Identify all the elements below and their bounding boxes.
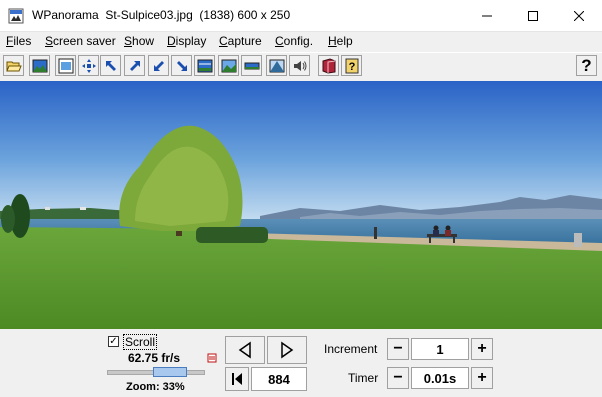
folder-open-icon <box>5 61 22 71</box>
menu-config-label: onfig. <box>283 34 314 48</box>
maximize-button[interactable] <box>510 0 556 31</box>
app-icon <box>8 8 24 24</box>
move-arrows-icon <box>81 58 96 73</box>
zoom-readout: Zoom: 33% <box>126 381 185 393</box>
menu-files[interactable]: Files <box>6 34 31 48</box>
arrow-downleft-button[interactable] <box>148 55 169 76</box>
panorama-image[interactable] <box>0 81 602 329</box>
arrow-upleft-button[interactable] <box>100 55 121 76</box>
landscape-button[interactable] <box>218 55 239 76</box>
position-value: 884 <box>268 371 290 387</box>
scroll-right-button[interactable] <box>267 336 307 364</box>
landscape-icon <box>221 59 236 72</box>
triangle-right-icon <box>281 341 294 359</box>
maximize-icon <box>528 10 538 21</box>
timer-value: 0.01s <box>423 370 457 386</box>
help-book-icon: ? <box>345 58 358 73</box>
speaker-icon <box>293 60 306 71</box>
increment-label: Increment <box>324 342 378 356</box>
menu-display[interactable]: Display <box>167 34 206 48</box>
arrow-upright-icon <box>129 60 140 71</box>
arrow-downright-button[interactable] <box>171 55 192 76</box>
scroll-label[interactable]: Scroll <box>123 334 158 350</box>
title-bar: WPanorama St-Sulpice03.jpg (1838) 600 x … <box>0 0 602 32</box>
record-icon[interactable] <box>207 353 217 363</box>
menu-screen-saver[interactable]: Screen saver <box>45 34 116 48</box>
menu-config[interactable]: Config. <box>275 34 313 48</box>
mountain-button[interactable] <box>266 55 287 76</box>
skip-start-icon <box>232 373 242 385</box>
help-question-label: ? <box>581 55 592 75</box>
timer-minus-button[interactable]: − <box>387 367 409 389</box>
go-start-button[interactable] <box>225 367 249 391</box>
arrow-upleft-icon <box>105 60 116 71</box>
close-button[interactable] <box>556 0 602 31</box>
fit-window-button[interactable] <box>55 55 76 76</box>
menu-bar: Files Screen saver Show Display Capture … <box>0 32 602 51</box>
strip-icon <box>244 62 259 69</box>
toolbar: ? ? <box>0 52 602 82</box>
arrow-upright-button[interactable] <box>124 55 145 76</box>
fit-window-icon <box>58 58 73 73</box>
menu-config-accel: C <box>275 34 284 48</box>
close-icon <box>574 10 584 21</box>
arrow-downleft-icon <box>153 60 164 71</box>
menu-capture-label: apture <box>227 34 262 48</box>
scroll-left-button[interactable] <box>225 336 265 364</box>
minimize-button[interactable] <box>464 0 510 31</box>
menu-show-accel: S <box>124 34 133 48</box>
minus-icon: − <box>393 340 403 357</box>
svg-text:?: ? <box>348 61 355 73</box>
increment-plus-button[interactable]: + <box>471 338 493 360</box>
help-button[interactable]: ? <box>576 55 597 76</box>
zoom-slider-thumb[interactable] <box>153 367 187 377</box>
menu-capture[interactable]: Capture <box>219 34 262 48</box>
plus-icon: + <box>477 369 487 386</box>
menu-capture-accel: C <box>219 34 228 48</box>
triangle-left-icon <box>238 341 251 359</box>
timer-plus-button[interactable]: + <box>471 367 493 389</box>
increment-value: 1 <box>436 341 444 357</box>
sound-button[interactable] <box>289 55 310 76</box>
menu-show-label: how <box>132 34 155 48</box>
picture-icon <box>32 59 47 72</box>
menu-screen-saver-label: creen saver <box>53 34 116 48</box>
arrow-downright-icon <box>176 60 187 71</box>
menu-help-accel: H <box>328 34 337 48</box>
menu-display-accel: D <box>167 34 176 48</box>
move-button[interactable] <box>78 55 99 76</box>
increment-field[interactable]: 1 <box>411 338 469 360</box>
scroll-checkbox[interactable]: ✓ <box>108 336 119 347</box>
menu-help[interactable]: Help <box>328 34 353 48</box>
position-field[interactable]: 884 <box>251 367 307 391</box>
timer-label: Timer <box>348 371 379 385</box>
timer-field[interactable]: 0.01s <box>411 367 469 389</box>
increment-minus-button[interactable]: − <box>387 338 409 360</box>
menu-screen-saver-accel: S <box>45 34 54 48</box>
hedge <box>196 227 268 243</box>
menu-display-label: isplay <box>175 34 207 48</box>
book-icon <box>322 57 335 74</box>
minus-icon: − <box>393 369 403 386</box>
menu-files-label: iles <box>13 34 32 48</box>
open-file-button[interactable] <box>3 55 24 76</box>
plus-icon: + <box>477 340 487 357</box>
window-title: WPanorama St-Sulpice03.jpg (1838) 600 x … <box>32 8 291 22</box>
slideshow-button[interactable] <box>194 55 215 76</box>
mountain-icon <box>269 59 284 72</box>
picture-button[interactable] <box>29 55 50 76</box>
minimize-icon <box>482 15 492 16</box>
menu-show[interactable]: Show <box>124 34 154 48</box>
menu-help-label: elp <box>336 34 353 48</box>
strip-button[interactable] <box>241 55 262 76</box>
slideshow-icon <box>197 59 212 72</box>
book-button[interactable] <box>318 55 339 76</box>
help-topics-button[interactable]: ? <box>341 55 362 76</box>
fps-readout: 62.75 fr/s <box>128 351 181 365</box>
